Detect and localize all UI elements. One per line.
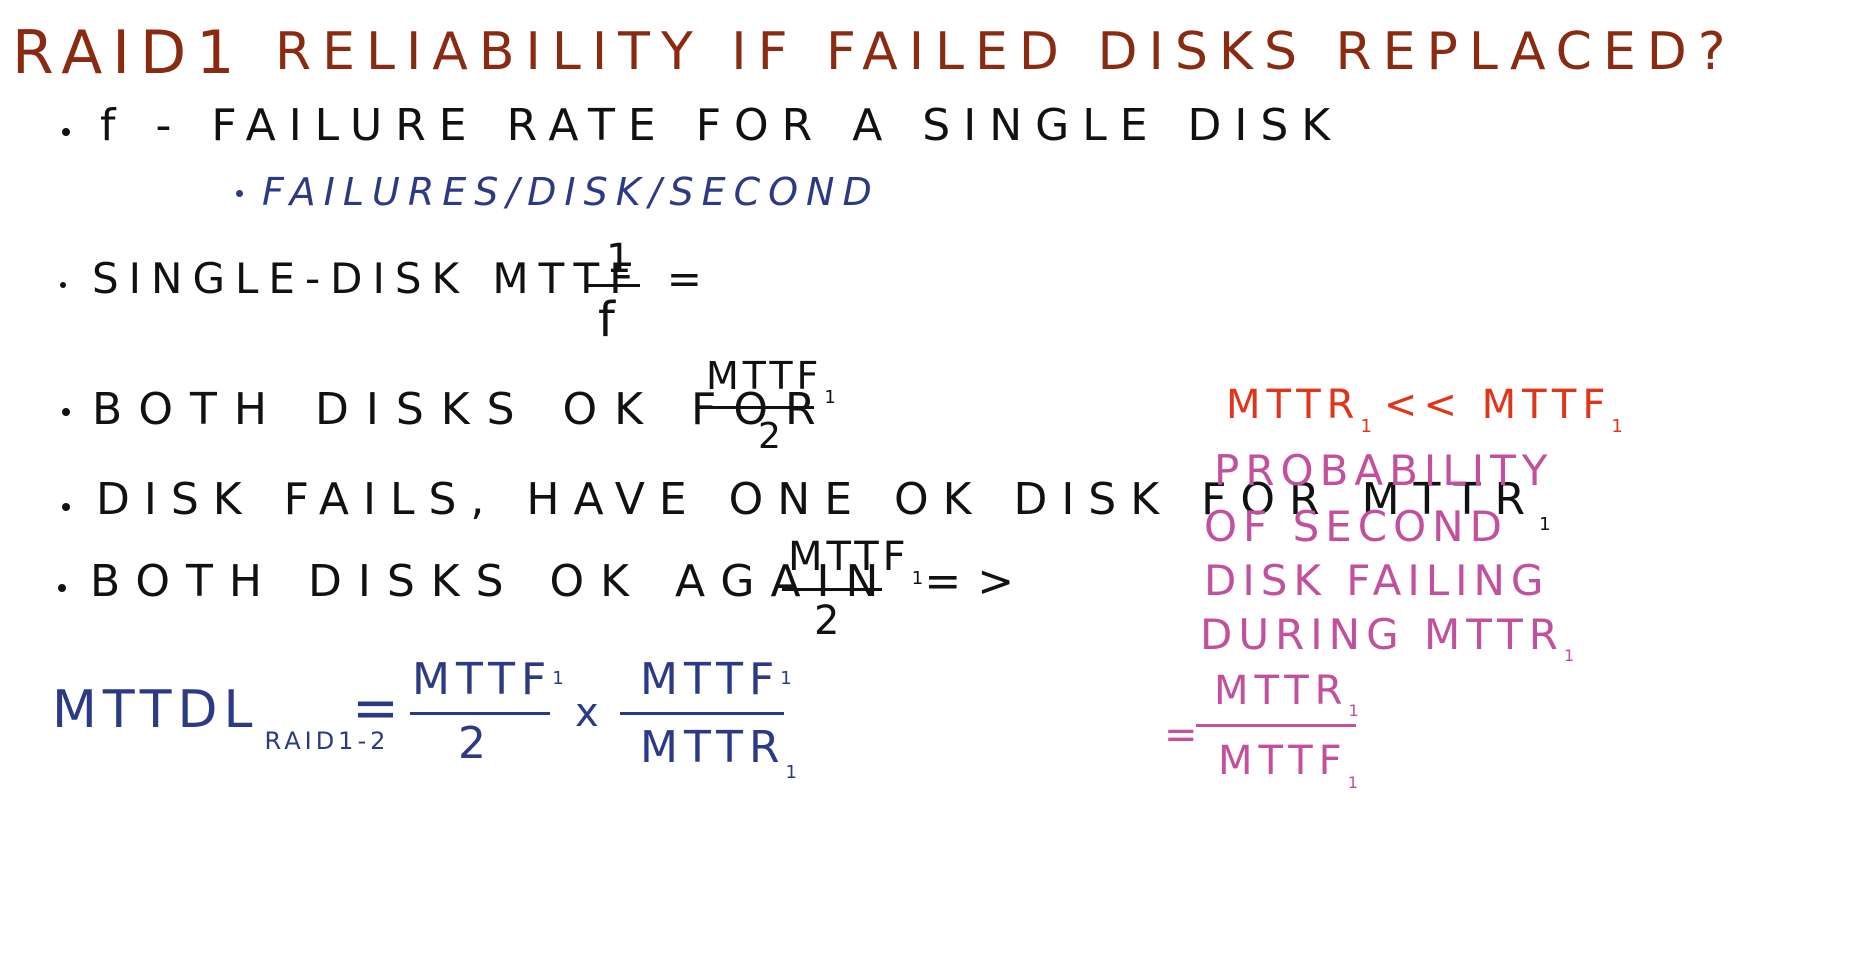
fraction-numerator: MTTF 1 (788, 534, 928, 589)
fraction-bar (706, 406, 814, 409)
probability-line-2: OF SECOND (1204, 502, 1508, 551)
title-question: RELIABILITY IF FAILED DISKS REPLACED? (275, 22, 1737, 82)
probability-line-3: DISK FAILING (1204, 556, 1550, 605)
ratio-equals: = (1164, 712, 1198, 758)
formula-term2-denominator: MTTR1 (640, 722, 797, 783)
formula-term1-denominator: 2 (458, 718, 486, 769)
failure-units-text: FAILURES/DISK/SECOND (262, 170, 880, 214)
formula-equals: = (352, 676, 399, 741)
mttr-condition: MTTR1 << MTTF1 (1226, 382, 1623, 437)
fraction-denominator: 2 (814, 598, 840, 644)
ratio-numerator: MTTR1 (1214, 668, 1359, 720)
sub-bullet-dot (236, 190, 243, 197)
formula-lhs: MTTDLRAID1-2 (52, 680, 390, 755)
bullet-dot (62, 128, 70, 136)
fraction-bar (1196, 724, 1356, 727)
bullet-dot (62, 408, 70, 416)
formula-times: x (575, 690, 599, 736)
fraction-bar (410, 712, 550, 715)
fraction-bar (782, 588, 882, 591)
fraction-numerator: 1 (606, 236, 632, 282)
bullet-dot (58, 584, 66, 592)
bullet-dot (60, 282, 66, 288)
ratio-denominator: MTTF1 (1218, 738, 1358, 792)
title-raid1: RAID1 (12, 18, 245, 88)
fraction-bar (620, 712, 784, 715)
fraction-numerator: MTTF 1 (706, 354, 840, 408)
bullet-dot (62, 503, 70, 511)
fraction-bar (585, 284, 640, 287)
fraction-denominator: 2 (758, 416, 781, 457)
probability-line-4: DURING MTTR1 (1200, 610, 1575, 665)
fraction-denominator: f (598, 292, 615, 348)
formula-term1-numerator: MTTF1 (412, 654, 564, 705)
failure-rate-text: f - FAILURE RATE FOR A SINGLE DISK (100, 100, 1344, 151)
probability-line-1: PROBABILITY (1214, 446, 1554, 495)
formula-term2-numerator: MTTF1 (640, 654, 792, 705)
